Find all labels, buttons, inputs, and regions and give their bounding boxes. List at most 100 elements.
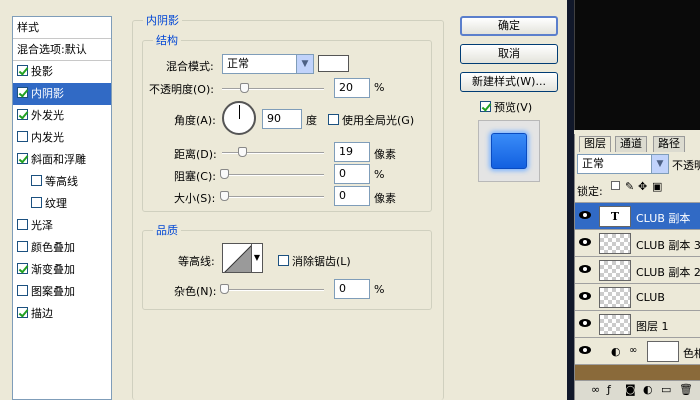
lock-all-icon[interactable]: ▣ — [652, 180, 662, 193]
ok-button[interactable]: 确定 — [460, 16, 558, 36]
style-item-blending-options[interactable]: 混合选项:默认 — [13, 39, 111, 61]
lock-image-icon[interactable]: ✎ — [625, 180, 634, 193]
style-item-bevel-emboss[interactable]: 斜面和浮雕 — [13, 149, 111, 171]
drop-shadow-checkbox[interactable] — [17, 65, 28, 76]
link-layers-icon[interactable]: ∞ — [591, 383, 600, 396]
pattern-overlay-checkbox[interactable] — [17, 285, 28, 296]
noise-input[interactable]: 0 — [334, 279, 370, 299]
style-item-inner-shadow[interactable]: 内阴影 — [13, 83, 111, 105]
size-slider-track[interactable] — [222, 196, 324, 198]
contour-curve-icon — [224, 245, 251, 272]
blend-mode-select[interactable]: 正常 ▼ — [222, 54, 314, 74]
style-item-stroke[interactable]: 描边 — [13, 303, 111, 325]
choke-input[interactable]: 0 — [334, 164, 370, 184]
tab-layers[interactable]: 图层 — [579, 136, 611, 152]
noise-slider-thumb[interactable] — [220, 284, 229, 294]
style-item-gradient-overlay[interactable]: 渐变叠加 — [13, 259, 111, 281]
layer-row[interactable]: CLUB 副本 2 — [575, 256, 700, 283]
size-input[interactable]: 0 — [334, 186, 370, 206]
layer-row[interactable]: CLUB — [575, 283, 700, 310]
bevel-emboss-checkbox[interactable] — [17, 153, 28, 164]
style-item-contour[interactable]: 等高线 — [13, 171, 111, 193]
preview-label: 预览(V) — [494, 101, 533, 114]
opacity-slider-thumb[interactable] — [240, 83, 249, 93]
window-edge — [567, 0, 574, 400]
layer-row[interactable] — [575, 364, 700, 380]
texture-checkbox[interactable] — [31, 197, 42, 208]
size-slider-thumb[interactable] — [220, 191, 229, 201]
angle-input[interactable]: 90 — [262, 109, 302, 129]
satin-checkbox[interactable] — [17, 219, 28, 230]
new-adjustment-icon[interactable]: ◐ — [643, 383, 653, 396]
inner-shadow-checkbox[interactable] — [17, 87, 28, 98]
new-style-button[interactable]: 新建样式(W)... — [460, 72, 558, 92]
tab-channels[interactable]: 通道 — [615, 136, 647, 152]
choke-slider-thumb[interactable] — [220, 169, 229, 179]
lock-position-icon[interactable]: ✥ — [638, 180, 647, 193]
color-overlay-checkbox[interactable] — [17, 241, 28, 252]
stroke-checkbox[interactable] — [17, 307, 28, 318]
contour-checkbox[interactable] — [31, 175, 42, 186]
preview-option[interactable]: 预览(V) — [480, 99, 532, 115]
outer-glow-checkbox[interactable] — [17, 109, 28, 120]
style-item-outer-glow[interactable]: 外发光 — [13, 105, 111, 127]
global-light-checkbox[interactable] — [328, 114, 339, 125]
layer-style-icon[interactable]: ƒ — [607, 383, 611, 396]
style-item-color-overlay[interactable]: 颜色叠加 — [13, 237, 111, 259]
style-item-texture[interactable]: 纹理 — [13, 193, 111, 215]
new-group-icon[interactable]: ▭ — [661, 383, 671, 396]
eye-icon[interactable] — [579, 346, 591, 354]
distance-slider-thumb[interactable] — [238, 147, 247, 157]
style-item-drop-shadow[interactable]: 投影 — [13, 61, 111, 83]
opacity-unit: % — [374, 81, 385, 94]
tab-paths[interactable]: 路径 — [653, 136, 685, 152]
eye-icon[interactable] — [579, 319, 591, 327]
layer-thumbnail — [599, 260, 631, 281]
opacity-input[interactable]: 20 — [334, 78, 370, 98]
lock-label: 锁定: — [577, 185, 603, 198]
add-mask-icon[interactable]: ◙ — [625, 383, 636, 396]
noise-slider-track[interactable] — [222, 289, 324, 291]
layer-row[interactable]: ◐ ∞ 色相 — [575, 337, 700, 364]
inner-glow-checkbox[interactable] — [17, 131, 28, 142]
choke-slider-track[interactable] — [222, 174, 324, 176]
antialias-option[interactable]: 消除锯齿(L) — [278, 253, 351, 269]
blend-mode-label: 混合模式: — [166, 60, 214, 73]
eye-icon[interactable] — [579, 211, 591, 219]
contour-dropdown-button[interactable]: ▼ — [252, 243, 263, 273]
layer-row[interactable]: T CLUB 副本 — [575, 202, 700, 229]
gradient-overlay-checkbox[interactable] — [17, 263, 28, 274]
antialias-checkbox[interactable] — [278, 255, 289, 266]
style-list: 样式 混合选项:默认 投影 内阴影 外发光 内发光 斜面和浮雕 等高线 纹理 光… — [12, 16, 112, 400]
global-light-option[interactable]: 使用全局光(G) — [328, 112, 414, 128]
chevron-down-icon: ▼ — [253, 253, 261, 262]
eye-icon[interactable] — [579, 238, 591, 246]
angle-dial[interactable] — [222, 101, 256, 135]
style-item-label: 光泽 — [31, 219, 53, 232]
distance-input[interactable]: 19 — [334, 142, 370, 162]
layer-row[interactable]: 图层 1 — [575, 310, 700, 337]
lock-transparent-icon[interactable] — [611, 181, 620, 190]
quality-title: 品质 — [153, 222, 181, 238]
layer-blend-mode-select[interactable]: 正常 ▼ — [577, 154, 669, 174]
noise-label: 杂色(N): — [174, 285, 217, 298]
contour-picker[interactable] — [222, 243, 252, 273]
layers-toolbar: ∞ ƒ ◙ ◐ ▭ 🗑 — [575, 380, 700, 400]
cancel-button[interactable]: 取消 — [460, 44, 558, 64]
contour-label: 等高线: — [178, 255, 215, 268]
layer-thumbnail — [599, 233, 631, 254]
shadow-color-swatch[interactable] — [318, 55, 349, 72]
style-item-inner-glow[interactable]: 内发光 — [13, 127, 111, 149]
opacity-slider-track[interactable] — [222, 88, 324, 90]
preview-checkbox[interactable] — [480, 101, 491, 112]
eye-icon[interactable] — [579, 265, 591, 273]
layer-row[interactable]: CLUB 副本 3 — [575, 229, 700, 256]
style-item-satin[interactable]: 光泽 — [13, 215, 111, 237]
style-item-pattern-overlay[interactable]: 图案叠加 — [13, 281, 111, 303]
choke-label: 阻塞(C): — [174, 170, 216, 183]
document-canvas[interactable] — [574, 0, 700, 130]
eye-icon[interactable] — [579, 292, 591, 300]
structure-title: 结构 — [153, 32, 181, 48]
trash-icon[interactable]: 🗑 — [679, 383, 693, 396]
style-item-label: 图案叠加 — [31, 285, 75, 298]
